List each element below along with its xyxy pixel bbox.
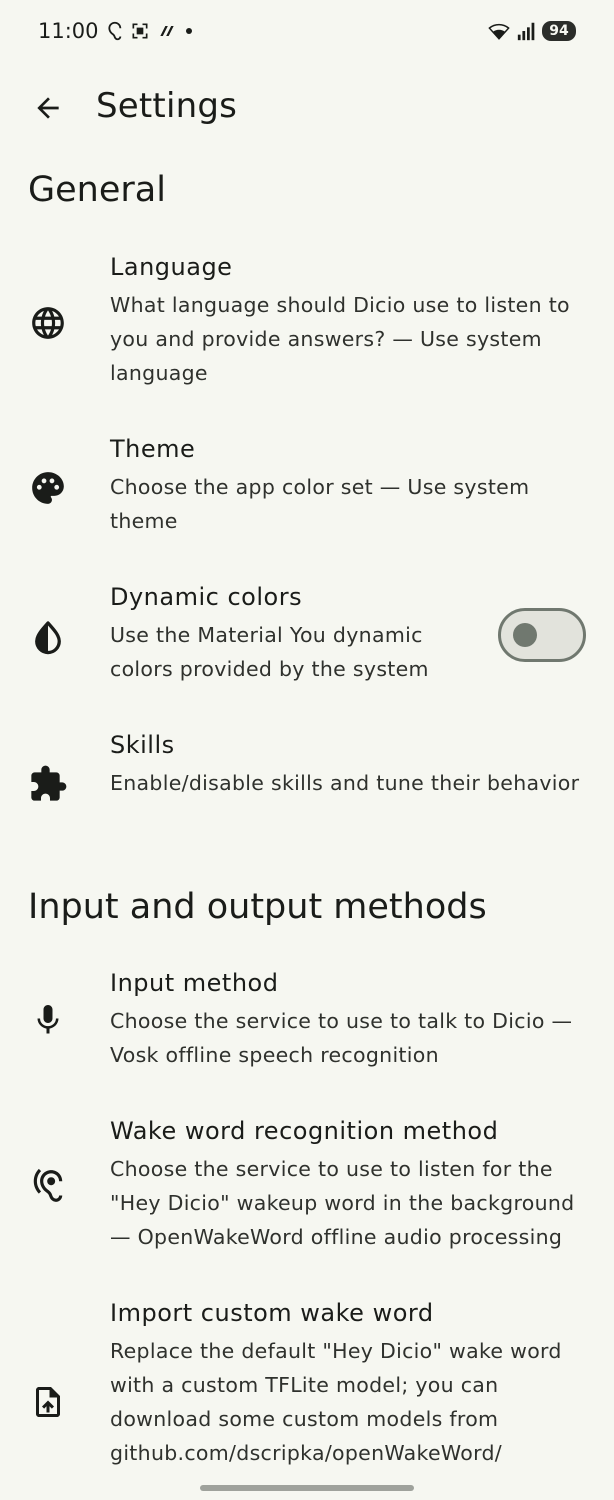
palette-icon — [28, 468, 68, 508]
hearing-icon — [28, 1166, 68, 1206]
contrast-icon — [28, 618, 68, 658]
signal-icon — [517, 22, 535, 41]
pref-theme-summary: Choose the app color set — Use system th… — [110, 475, 530, 533]
pref-dynamic-colors-summary: Use the Material You dynamic colors prov… — [110, 623, 429, 681]
switch-thumb — [513, 623, 537, 647]
dynamic-colors-switch[interactable] — [498, 608, 586, 662]
pref-skills-summary: Enable/disable skills and tune their beh… — [110, 771, 580, 795]
app-status-icon — [160, 26, 174, 36]
pref-wake-word-method[interactable]: Wake word recognition method Choose the … — [0, 1114, 614, 1264]
wifi-icon — [488, 23, 510, 40]
globe-icon — [28, 303, 68, 343]
section-header-general: General — [28, 170, 166, 210]
pref-wake-word-method-summary: Choose the service to use to listen for … — [110, 1157, 575, 1249]
page-title: Settings — [96, 86, 238, 126]
pref-input-method[interactable]: Input method Choose the service to use t… — [0, 966, 614, 1081]
pref-dynamic-colors-title: Dynamic colors — [110, 583, 303, 611]
pref-language-summary: What language should Dicio use to listen… — [110, 293, 570, 385]
pref-import-wake-word-summary: Replace the default "Hey Dicio" wake wor… — [110, 1339, 562, 1465]
back-button[interactable] — [24, 84, 72, 132]
pref-language[interactable]: Language What language should Dicio use … — [0, 250, 614, 400]
status-time: 11:00 — [38, 19, 99, 43]
microphone-icon — [28, 1000, 68, 1040]
pref-wake-word-method-title: Wake word recognition method — [110, 1117, 499, 1145]
pref-import-wake-word[interactable]: Import custom wake word Replace the defa… — [0, 1296, 614, 1481]
pref-skills[interactable]: Skills Enable/disable skills and tune th… — [0, 728, 614, 843]
gesture-nav-handle[interactable] — [200, 1485, 414, 1491]
pref-input-method-summary: Choose the service to use to talk to Dic… — [110, 1009, 573, 1067]
battery-level: 94 — [542, 21, 576, 41]
pref-dynamic-colors[interactable]: Dynamic colors Use the Material You dyna… — [0, 580, 614, 695]
status-bar: 11:00 94 — [0, 0, 614, 64]
pref-skills-title: Skills — [110, 731, 175, 759]
hearing-status-icon — [108, 21, 122, 41]
status-system-icons: 94 — [486, 20, 576, 42]
pref-theme-title: Theme — [110, 435, 196, 463]
top-app-bar: Settings — [0, 72, 614, 144]
dot-status-icon — [186, 28, 192, 34]
screenshot-status-icon — [132, 23, 148, 39]
status-notification-icons — [102, 20, 194, 42]
puzzle-icon — [28, 764, 68, 804]
file-upload-icon — [28, 1382, 68, 1422]
arrow-back-icon — [37, 97, 59, 119]
pref-theme[interactable]: Theme Choose the app color set — Use sys… — [0, 432, 614, 547]
section-header-io: Input and output methods — [28, 887, 487, 927]
pref-language-title: Language — [110, 253, 233, 281]
pref-input-method-title: Input method — [110, 969, 279, 997]
pref-import-wake-word-title: Import custom wake word — [110, 1299, 434, 1327]
